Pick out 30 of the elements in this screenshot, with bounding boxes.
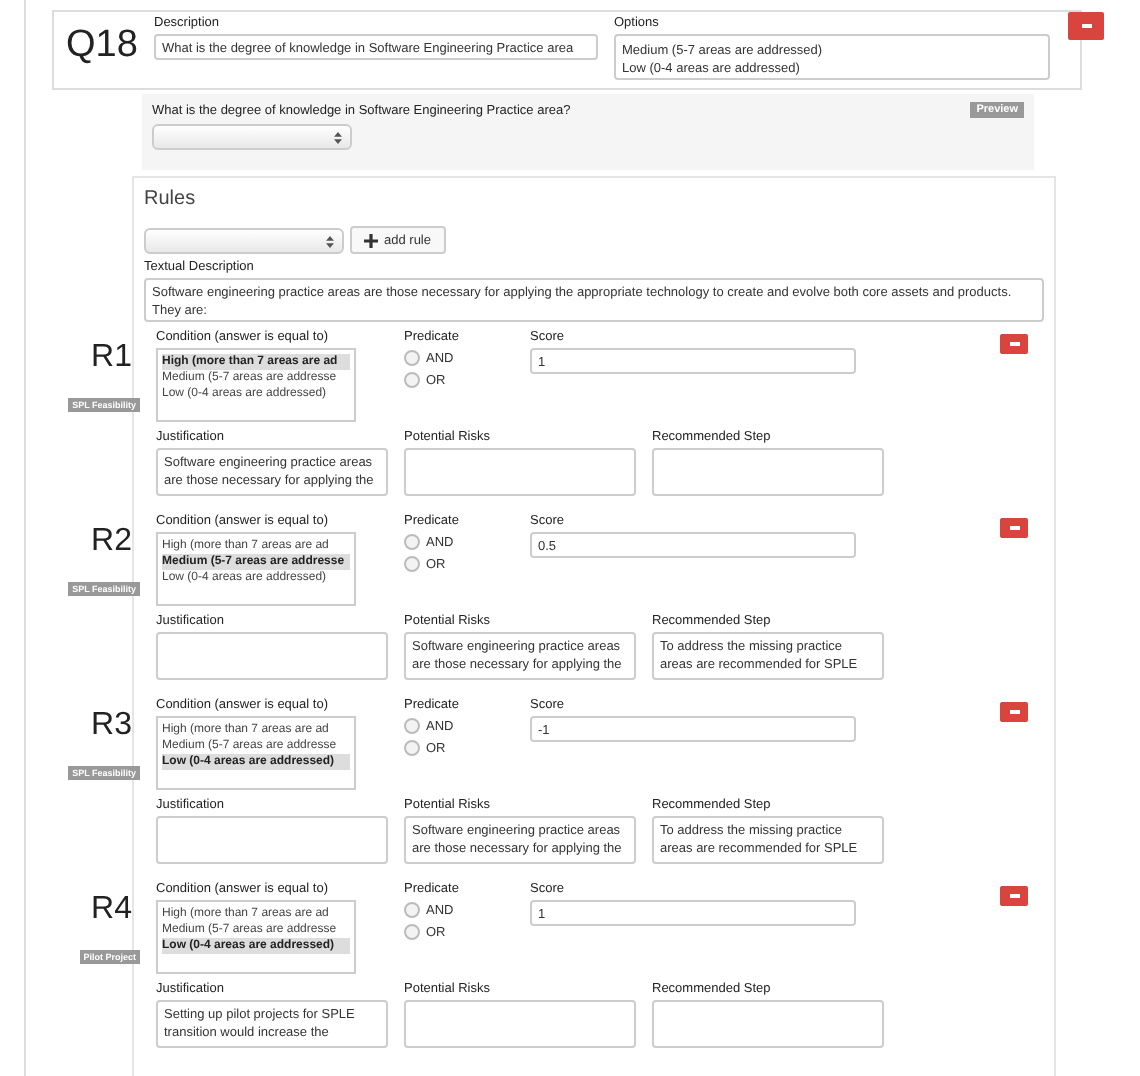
potential-risks-field[interactable] — [404, 448, 636, 496]
answer-dropdown[interactable] — [152, 124, 352, 150]
radio-button[interactable] — [404, 902, 420, 918]
plus-icon — [364, 233, 378, 247]
radio-button[interactable] — [404, 718, 420, 734]
question-number: Q18 — [66, 22, 138, 70]
remove-button[interactable] — [1000, 886, 1028, 906]
dropdown-arrows-icon — [326, 235, 334, 247]
rule-type-dropdown[interactable] — [144, 227, 344, 253]
radio-button[interactable] — [404, 556, 420, 572]
rule-number: R4 — [91, 892, 132, 928]
remove-button[interactable] — [1000, 334, 1028, 354]
rule-number: R2 — [91, 524, 132, 560]
radio-button[interactable] — [404, 924, 420, 940]
rule-number: R3 — [91, 708, 132, 744]
radio-button[interactable] — [404, 534, 420, 550]
justification-field[interactable] — [156, 632, 388, 680]
radio-button[interactable] — [404, 372, 420, 388]
remove-button[interactable] — [1068, 12, 1104, 40]
recommended-step-field[interactable] — [652, 448, 884, 496]
rule-number: R1 — [91, 340, 132, 376]
justification-field[interactable] — [156, 816, 388, 864]
radio-button[interactable] — [404, 740, 420, 756]
remove-button[interactable] — [1000, 518, 1028, 538]
rules-title: Rules — [144, 188, 198, 210]
radio-button[interactable] — [404, 350, 420, 366]
remove-button[interactable] — [1000, 702, 1028, 722]
dropdown-arrows-icon — [334, 132, 342, 144]
recommended-step-field[interactable] — [652, 1000, 884, 1048]
potential-risks-field[interactable] — [404, 1000, 636, 1048]
